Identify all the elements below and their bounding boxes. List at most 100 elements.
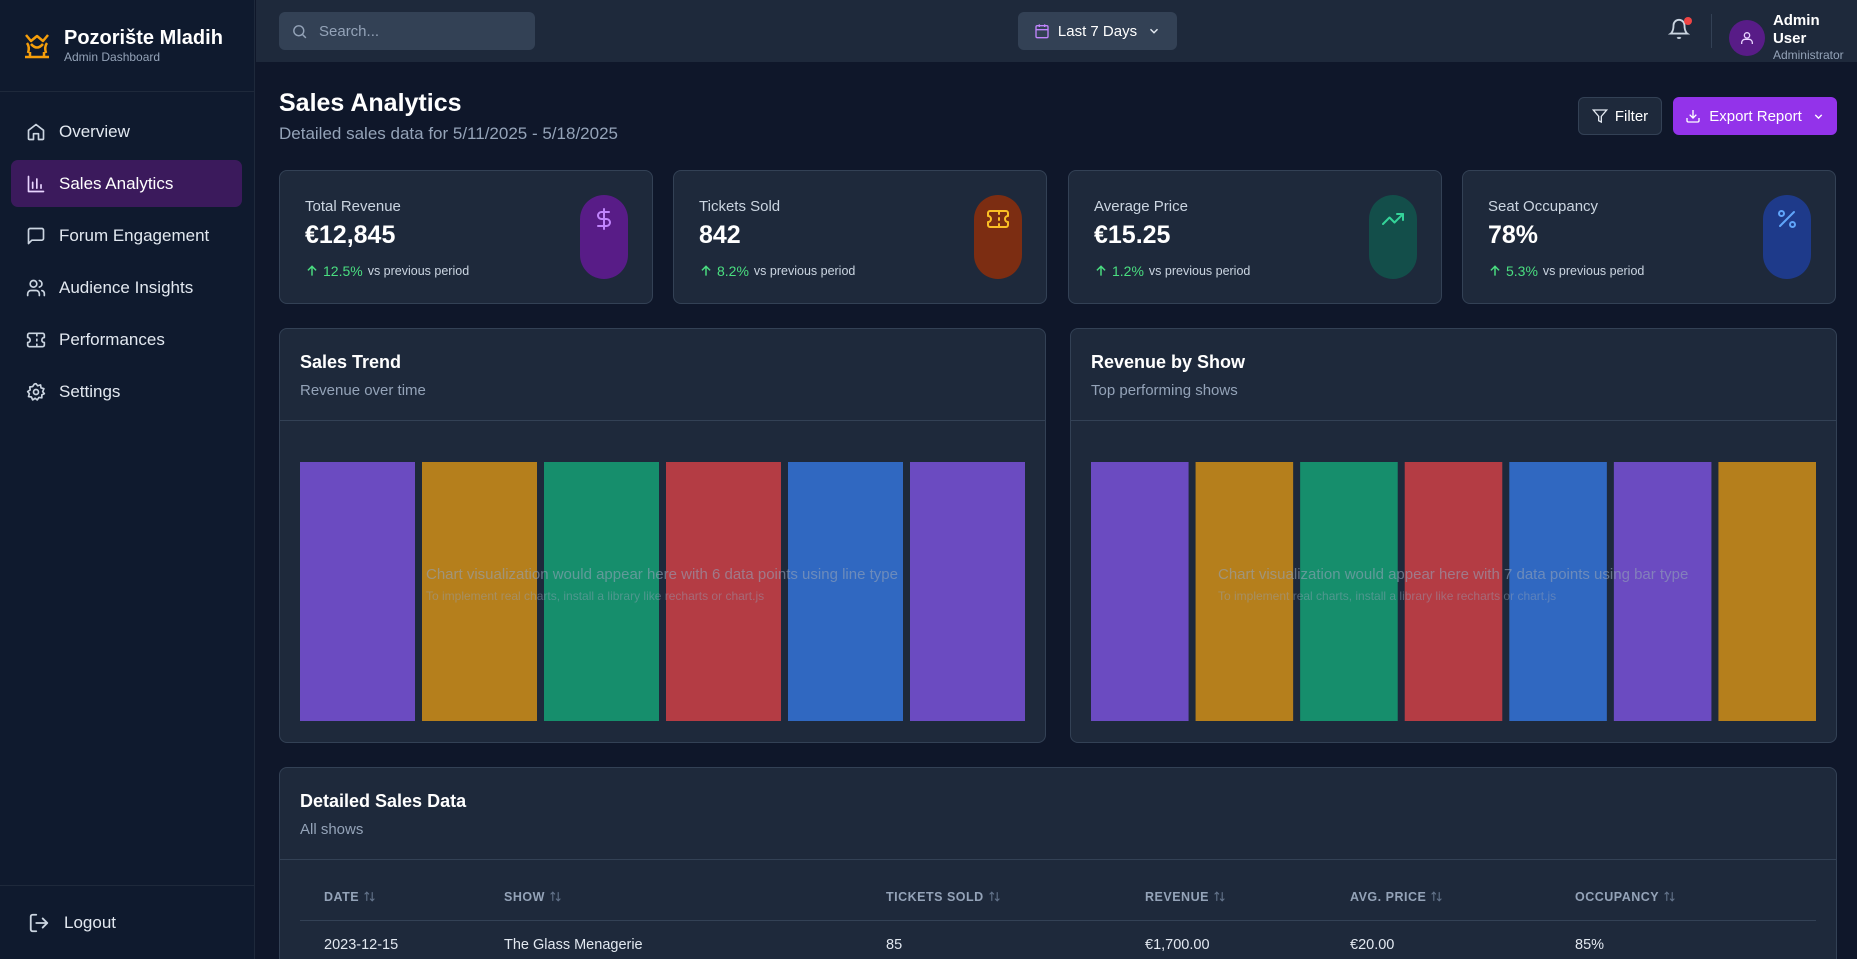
- stat-label: Seat Occupancy: [1488, 198, 1599, 215]
- sidebar-item-label: Overview: [59, 121, 130, 141]
- revenue-by-show-card: Revenue by Show Top performing shows Cha…: [1070, 328, 1837, 743]
- bar-chart-icon: [27, 175, 45, 192]
- logout-button[interactable]: Logout: [0, 885, 255, 959]
- stat-change: 1.2% vs previous period: [1094, 263, 1250, 279]
- sidebar-item-settings[interactable]: Settings: [11, 368, 242, 415]
- sort-icon: [1431, 891, 1443, 902]
- column-header-show[interactable]: SHOW: [504, 875, 886, 920]
- filter-icon: [1591, 109, 1608, 124]
- sort-icon: [1214, 891, 1225, 902]
- page-title: Sales Analytics: [279, 89, 462, 117]
- stat-label: Total Revenue: [305, 198, 401, 215]
- user-icon: [1740, 31, 1753, 44]
- card-subtitle: All shows: [300, 821, 364, 838]
- notification-dot: [1684, 17, 1692, 25]
- notifications-button[interactable]: [1667, 17, 1692, 42]
- sidebar-item-sales-analytics[interactable]: Sales Analytics: [11, 160, 242, 207]
- card-title: Revenue by Show: [1091, 352, 1246, 372]
- chart-bar: [910, 462, 1025, 721]
- stat-change: 5.3% vs previous period: [1488, 263, 1644, 279]
- sidebar-item-forum-engagement[interactable]: Forum Engagement: [11, 212, 242, 259]
- sidebar-item-label: Settings: [59, 381, 121, 401]
- cell-tickets-sold: 85: [886, 937, 903, 954]
- cell-show: The Glass Menagerie: [504, 937, 643, 954]
- arrow-up-icon: [1490, 265, 1500, 276]
- search-input[interactable]: [319, 22, 519, 40]
- ticket-icon: [987, 210, 1009, 228]
- chart-bar: [1613, 462, 1712, 721]
- stat-change-note: vs previous period: [1542, 264, 1645, 278]
- theater-logo-icon: [25, 33, 49, 58]
- chart-bar: [1091, 462, 1189, 721]
- stat-value: 78%: [1488, 221, 1539, 249]
- page-subtitle: Detailed sales data for 5/11/2025 - 5/18…: [279, 124, 618, 143]
- download-icon: [1686, 110, 1700, 123]
- column-header-occupancy[interactable]: OCCUPANCY: [1575, 875, 1816, 920]
- arrow-up-icon: [701, 265, 711, 276]
- stat-icon-badge: [1369, 195, 1417, 279]
- gear-icon: [26, 382, 46, 401]
- top-header: Last 7 Days Admin User Administrator: [256, 0, 1857, 62]
- arrow-up-icon: [307, 265, 317, 276]
- header-divider: [1711, 14, 1712, 48]
- users-icon: [26, 279, 46, 296]
- stat-change-value: 12.5%: [323, 263, 363, 279]
- calendar-icon: [1035, 24, 1049, 39]
- card-title: Detailed Sales Data: [300, 791, 467, 811]
- brand[interactable]: Pozorište Mladih Admin Dashboard: [0, 0, 254, 92]
- logout-label: Logout: [64, 912, 116, 932]
- sort-icon: [364, 891, 375, 902]
- user-menu[interactable]: Admin User Administrator: [1729, 12, 1857, 63]
- sidebar-nav: Overview Sales Analytics Forum Engagemen…: [0, 92, 254, 415]
- stat-card-tickets-sold: Tickets Sold 842 8.2% vs previous period: [673, 170, 1047, 304]
- stat-change-value: 1.2%: [1112, 263, 1144, 279]
- chart-placeholder-hint: To implement real charts, install a libr…: [426, 589, 765, 603]
- sidebar: Pozorište Mladih Admin Dashboard Overvie…: [0, 0, 255, 959]
- table-header-row: DATE SHOW TICKETS SOLD REVENUE AVG. PRIC…: [300, 875, 1816, 920]
- brand-subtitle: Admin Dashboard: [64, 50, 161, 64]
- ticket-icon: [26, 332, 46, 347]
- table-row[interactable]: 2023-12-15 The Glass Menagerie 85 €1,700…: [300, 920, 1816, 959]
- chart-placeholder-message: Chart visualization would appear here wi…: [1218, 566, 1689, 583]
- column-header-revenue[interactable]: REVENUE: [1145, 875, 1350, 920]
- search-box[interactable]: [279, 12, 535, 50]
- search-icon: [293, 24, 307, 38]
- column-header-avg-price[interactable]: AVG. PRICE: [1350, 875, 1575, 920]
- chart-bar: [300, 462, 415, 721]
- cell-occupancy: 85%: [1575, 937, 1605, 954]
- sort-icon: [550, 891, 561, 902]
- sort-icon: [1664, 891, 1675, 902]
- filter-button[interactable]: Filter: [1578, 97, 1662, 135]
- user-role: Administrator: [1772, 48, 1844, 62]
- percent-icon: [1778, 210, 1796, 228]
- date-range-label: Last 7 Days: [1057, 22, 1138, 40]
- chart-bar: [788, 462, 903, 721]
- column-header-tickets-sold[interactable]: TICKETS SOLD: [886, 875, 1145, 920]
- stat-card-total-revenue: Total Revenue €12,845 12.5% vs previous …: [279, 170, 653, 304]
- column-header-date[interactable]: DATE: [300, 875, 504, 920]
- sales-trend-chart: Chart visualization would appear here wi…: [280, 422, 1045, 742]
- avatar: [1729, 19, 1765, 56]
- stat-value: €15.25: [1094, 221, 1171, 249]
- sidebar-item-overview[interactable]: Overview: [11, 108, 242, 155]
- stat-icon-badge: [974, 195, 1022, 279]
- sidebar-item-label: Audience Insights: [59, 277, 194, 297]
- card-subtitle: Revenue over time: [300, 382, 426, 399]
- dollar-icon: [597, 208, 611, 230]
- card-header: Revenue by Show Top performing shows: [1071, 329, 1836, 421]
- stat-card-average-price: Average Price €15.25 1.2% vs previous pe…: [1068, 170, 1442, 304]
- export-report-button[interactable]: Export Report: [1673, 97, 1837, 135]
- trending-up-icon: [1382, 213, 1404, 225]
- chart-placeholder-message: Chart visualization would appear here wi…: [426, 566, 898, 583]
- sidebar-item-performances[interactable]: Performances: [11, 316, 242, 363]
- card-header: Detailed Sales Data All shows: [280, 768, 1836, 860]
- date-range-selector[interactable]: Last 7 Days: [1018, 12, 1177, 50]
- card-subtitle: Top performing shows: [1091, 382, 1238, 399]
- brand-title: Pozorište Mladih: [64, 27, 223, 49]
- stat-change-value: 5.3%: [1506, 263, 1538, 279]
- filter-label: Filter: [1614, 107, 1649, 125]
- sidebar-item-audience-insights[interactable]: Audience Insights: [11, 264, 242, 311]
- stat-card-seat-occupancy: Seat Occupancy 78% 5.3% vs previous peri…: [1462, 170, 1836, 304]
- card-header: Sales Trend Revenue over time: [280, 329, 1045, 421]
- home-icon: [27, 123, 45, 140]
